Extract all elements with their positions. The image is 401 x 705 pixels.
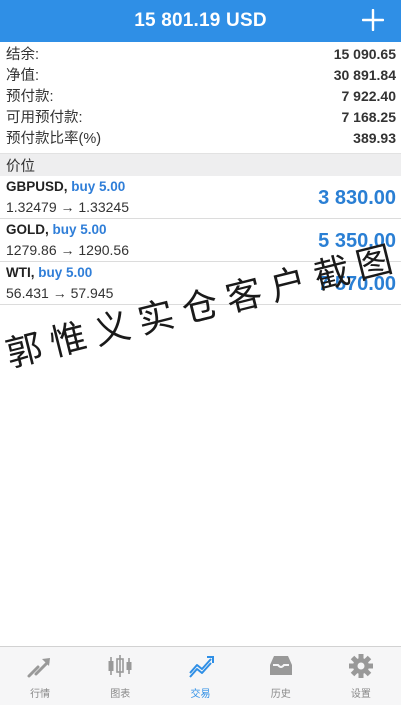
top-bar: 15 801.19 USD	[0, 0, 401, 42]
summary-value: 389.93	[353, 129, 396, 146]
tab-trade[interactable]: 交易	[160, 647, 240, 705]
summary-row-balance: 结余: 15 090.65	[0, 43, 401, 64]
account-summary: 结余: 15 090.65 净值: 30 891.84 预付款: 7 922.4…	[0, 43, 401, 148]
position-symbol: GOLD,	[6, 222, 49, 237]
summary-row-equity: 净值: 30 891.84	[0, 64, 401, 85]
bottom-tab-bar: 行情 图表 交易 历史 设置	[0, 646, 401, 705]
positions-list: GBPUSD, buy 5.00 1.32479 → 1.33245 3 830…	[0, 176, 401, 305]
tab-label: 行情	[30, 689, 51, 700]
summary-label: 结余:	[6, 47, 40, 63]
position-row-wti[interactable]: WTI, buy 5.00 56.431 → 57.945 7 570.00	[0, 262, 401, 305]
settings-icon	[348, 654, 373, 678]
watermark-char: 惟	[46, 316, 91, 364]
position-profit: 5 350.00	[318, 230, 396, 252]
position-title: GBPUSD, buy 5.00	[6, 179, 125, 194]
position-symbol: WTI,	[6, 265, 35, 280]
position-prices: 1.32479 → 1.33245	[6, 199, 129, 215]
tab-chart[interactable]: 图表	[80, 647, 160, 705]
trade-icon	[188, 656, 214, 678]
watermark-char: 义	[90, 305, 135, 353]
summary-value: 7 168.25	[341, 108, 397, 125]
position-side: buy 5.00	[52, 222, 107, 237]
add-icon[interactable]	[359, 6, 387, 34]
position-row-gold[interactable]: GOLD, buy 5.00 1279.86 → 1290.56 5 350.0…	[0, 219, 401, 262]
position-prices: 1279.86 → 1290.56	[6, 242, 129, 258]
position-side: buy 5.00	[38, 265, 93, 280]
positions-section-header: 价位	[0, 153, 401, 176]
summary-label: 可用预付款:	[6, 110, 83, 126]
summary-value: 15 090.65	[333, 45, 396, 62]
position-profit: 3 830.00	[318, 187, 396, 209]
tab-settings[interactable]: 设置	[321, 647, 401, 705]
summary-label: 净值:	[6, 68, 40, 84]
position-symbol: GBPUSD,	[6, 179, 68, 194]
summary-value: 7 922.40	[341, 87, 397, 104]
tab-label: 设置	[350, 689, 371, 700]
tab-label: 历史	[270, 689, 291, 700]
summary-row-margin-level: 预付款比率(%) 389.93	[0, 127, 401, 148]
position-row-gbpusd[interactable]: GBPUSD, buy 5.00 1.32479 → 1.33245 3 830…	[0, 176, 401, 219]
position-title: WTI, buy 5.00	[6, 265, 92, 280]
position-prices: 56.431 → 57.945	[6, 285, 114, 301]
watermark-char: 郭	[4, 327, 47, 375]
summary-row-free-margin: 可用预付款: 7 168.25	[0, 106, 401, 127]
summary-label: 预付款:	[6, 89, 54, 105]
history-icon	[269, 656, 292, 675]
chart-icon	[108, 655, 132, 677]
tab-label: 交易	[190, 689, 211, 700]
section-title: 价位	[6, 158, 35, 175]
tab-quotes[interactable]: 行情	[0, 647, 80, 705]
summary-row-margin: 预付款: 7 922.40	[0, 85, 401, 106]
summary-label: 预付款比率(%)	[6, 131, 102, 147]
quotes-icon	[27, 658, 51, 678]
position-profit: 7 570.00	[318, 273, 396, 295]
balance-title: 15 801.19 USD	[134, 10, 267, 31]
summary-value: 30 891.84	[333, 66, 396, 83]
tab-history[interactable]: 历史	[241, 647, 321, 705]
position-title: GOLD, buy 5.00	[6, 222, 107, 237]
position-side: buy 5.00	[71, 179, 126, 194]
tab-label: 图表	[110, 689, 131, 700]
